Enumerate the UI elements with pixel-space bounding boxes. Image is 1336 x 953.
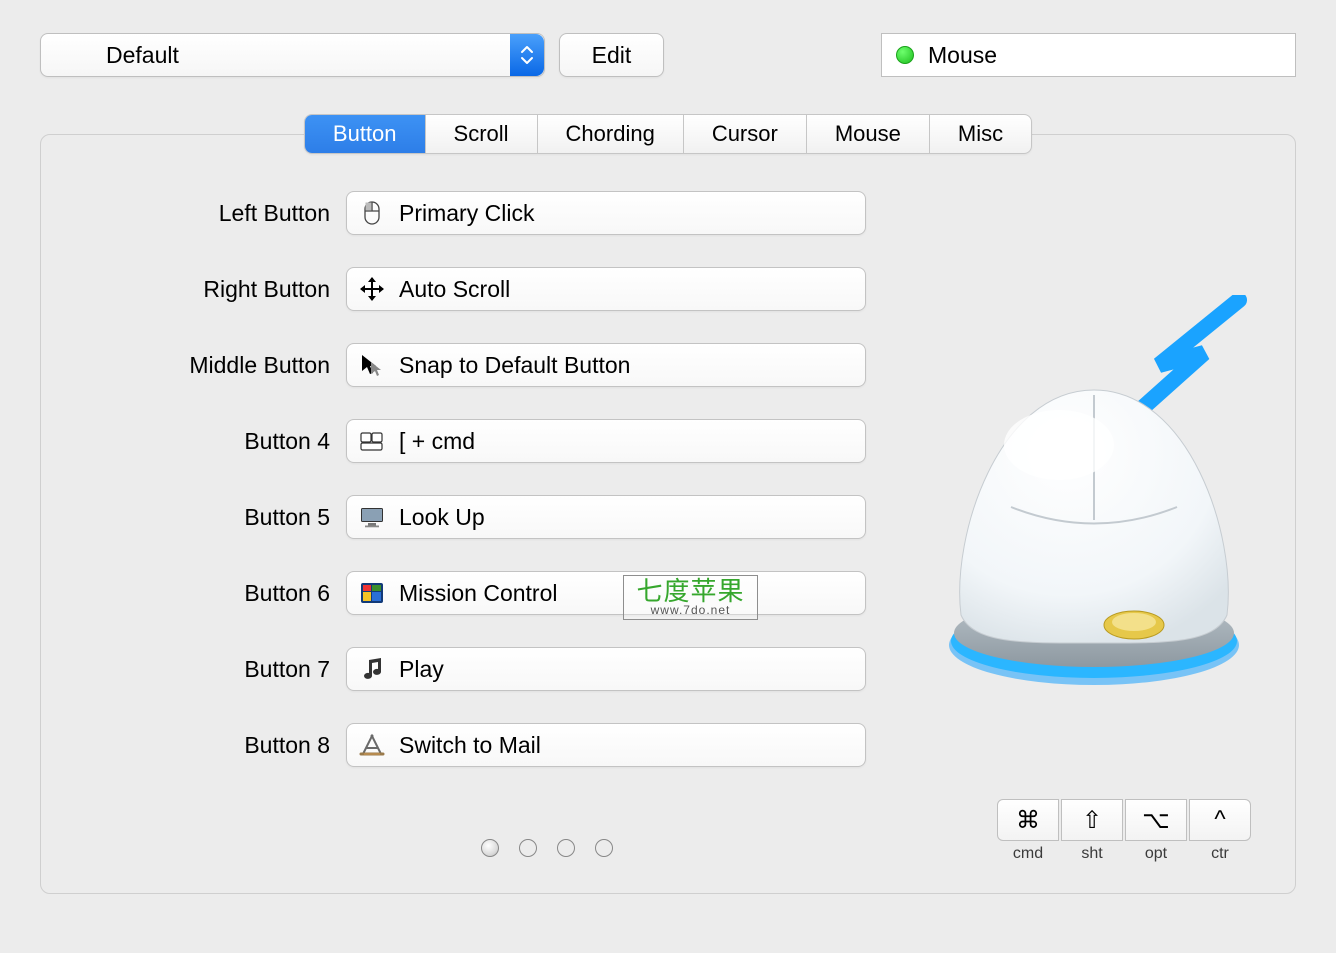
- status-indicator-icon: [896, 46, 914, 64]
- button-label: Right Button: [81, 276, 346, 303]
- button-action-value: Mission Control: [399, 580, 558, 607]
- tab-chording[interactable]: Chording: [538, 115, 684, 153]
- button-label: Left Button: [81, 200, 346, 227]
- tab-label: Cursor: [712, 121, 778, 147]
- tab-label: Button: [333, 121, 397, 147]
- tab-label: Chording: [566, 121, 655, 147]
- button-action-value: Primary Click: [399, 200, 534, 227]
- preferences-window: Default Edit Mouse Button Scroll Chording C…: [0, 0, 1336, 953]
- content-panel: Left Button Primary Click Right Button Auto…: [40, 134, 1296, 894]
- tab-scroll[interactable]: Scroll: [426, 115, 538, 153]
- cursor-snap-icon: [357, 352, 387, 378]
- button-action-field[interactable]: Switch to Mail: [346, 723, 866, 767]
- device-status-field[interactable]: Mouse: [881, 33, 1296, 77]
- modifier-key-opt: ⌥ opt: [1125, 799, 1187, 863]
- device-name-label: Mouse: [928, 42, 997, 69]
- modifier-key-label: cmd: [1013, 845, 1043, 863]
- tab-label: Scroll: [454, 121, 509, 147]
- modifier-key-ctr: ^ ctr: [1189, 799, 1251, 863]
- tab-label: Mouse: [835, 121, 901, 147]
- button-action-value: Snap to Default Button: [399, 352, 630, 379]
- button-action-field[interactable]: Mission Control: [346, 571, 866, 615]
- modifier-key-cmd: ⌘ cmd: [997, 799, 1059, 863]
- button-label: Button 7: [81, 656, 346, 683]
- button-assignment-row: Left Button Primary Click: [81, 191, 1255, 235]
- tab-cursor[interactable]: Cursor: [684, 115, 807, 153]
- button-action-value: Look Up: [399, 504, 485, 531]
- button-action-value: Play: [399, 656, 444, 683]
- button-action-field[interactable]: Play: [346, 647, 866, 691]
- page-dot[interactable]: [481, 839, 499, 857]
- modifier-key-label: opt: [1145, 845, 1167, 863]
- mouse-illustration: [939, 295, 1259, 695]
- button-label: Middle Button: [81, 352, 346, 379]
- button-label: Button 5: [81, 504, 346, 531]
- button-action-value: Auto Scroll: [399, 276, 510, 303]
- modifier-keys: ⌘ cmd ⇧ sht ⌥ opt ^ ctr: [997, 799, 1251, 863]
- edit-button[interactable]: Edit: [559, 33, 664, 77]
- dropdown-stepper-icon: [510, 34, 544, 76]
- modifier-key-button[interactable]: ^: [1189, 799, 1251, 841]
- modifier-key-button[interactable]: ⌥: [1125, 799, 1187, 841]
- tab-label: Misc: [958, 121, 1003, 147]
- tab-mouse[interactable]: Mouse: [807, 115, 930, 153]
- modifier-key-sht: ⇧ sht: [1061, 799, 1123, 863]
- modifier-key-button[interactable]: ⌘: [997, 799, 1059, 841]
- page-dot[interactable]: [595, 839, 613, 857]
- page-indicator[interactable]: [481, 839, 613, 857]
- move-arrows-icon: [357, 276, 387, 302]
- app-switch-icon: [357, 732, 387, 758]
- modifier-key-label: ctr: [1211, 845, 1229, 863]
- button-label: Button 4: [81, 428, 346, 455]
- button-action-field[interactable]: Look Up: [346, 495, 866, 539]
- page-dot[interactable]: [519, 839, 537, 857]
- button-action-field[interactable]: Snap to Default Button: [346, 343, 866, 387]
- button-action-field[interactable]: Primary Click: [346, 191, 866, 235]
- music-note-icon: [357, 656, 387, 682]
- button-assignment-row: Button 8 Switch to Mail: [81, 723, 1255, 767]
- modifier-key-button[interactable]: ⇧: [1061, 799, 1123, 841]
- mouse-left-icon: [357, 200, 387, 226]
- page-dot[interactable]: [557, 839, 575, 857]
- modifier-key-label: sht: [1081, 845, 1102, 863]
- button-action-value: [ + cmd: [399, 428, 475, 455]
- button-label: Button 8: [81, 732, 346, 759]
- keyboard-key-icon: [357, 428, 387, 454]
- button-action-field[interactable]: Auto Scroll: [346, 267, 866, 311]
- top-toolbar: Default Edit Mouse: [40, 30, 1296, 80]
- edit-button-label: Edit: [592, 42, 632, 69]
- button-action-value: Switch to Mail: [399, 732, 541, 759]
- tab-bar: Button Scroll Chording Cursor Mouse Misc: [40, 114, 1296, 154]
- profile-select[interactable]: Default: [40, 33, 545, 77]
- profile-select-value: Default: [106, 42, 179, 69]
- tab-misc[interactable]: Misc: [930, 115, 1031, 153]
- display-icon: [357, 504, 387, 530]
- button-label: Button 6: [81, 580, 346, 607]
- tab-button[interactable]: Button: [305, 115, 426, 153]
- mission-control-icon: [357, 580, 387, 606]
- button-action-field[interactable]: [ + cmd: [346, 419, 866, 463]
